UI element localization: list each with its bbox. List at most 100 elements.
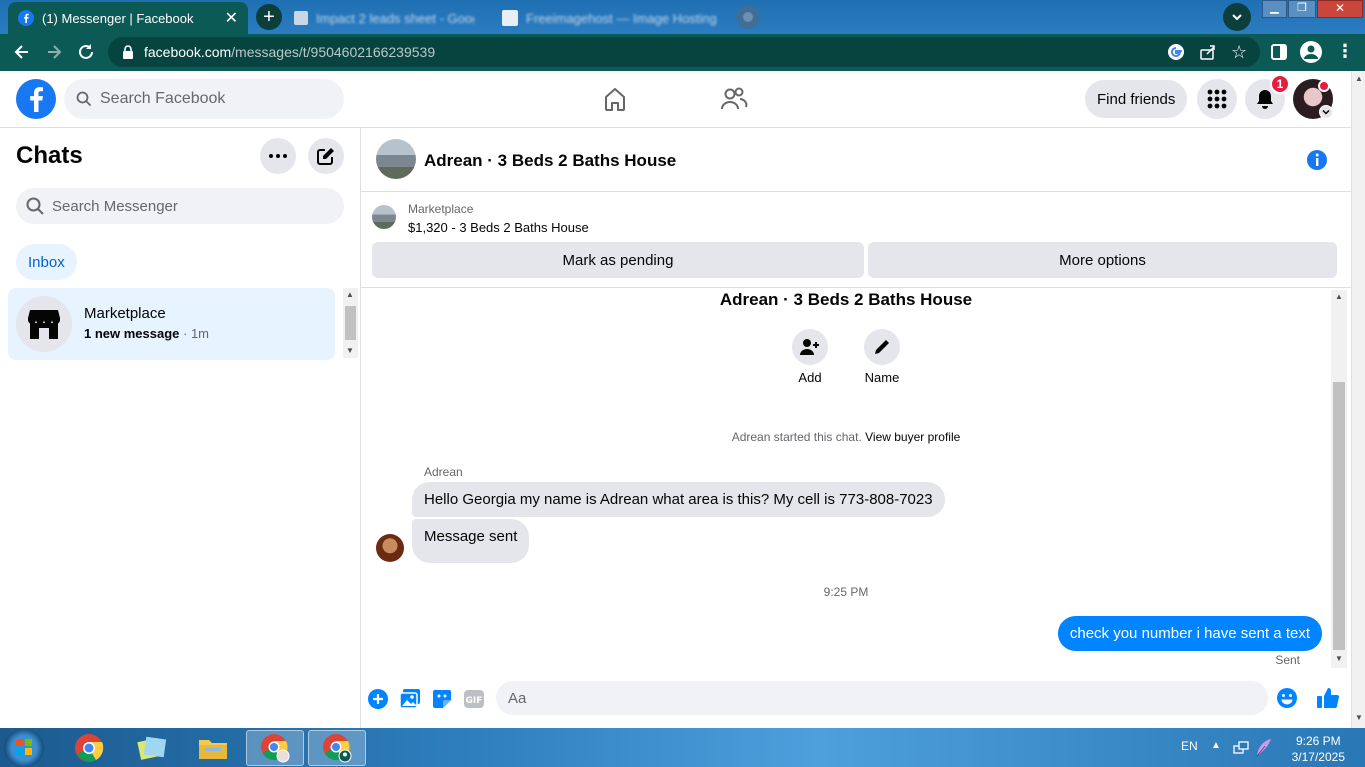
- marketplace-listing-bar: Marketplace $1,320 - 3 Beds 2 Baths Hous…: [361, 192, 1351, 288]
- close-tab-icon[interactable]: ✕: [225, 8, 238, 28]
- message-composer: GIF Aa: [361, 676, 1351, 720]
- conversation-title[interactable]: Adrean · 3 Beds 2 Baths House: [424, 151, 676, 171]
- minimize-window-button[interactable]: ▁: [1262, 0, 1287, 18]
- taskbar-chrome-profile-app-2[interactable]: [308, 730, 366, 766]
- new-message-button[interactable]: [308, 138, 344, 174]
- message-input[interactable]: Aa: [496, 681, 1268, 715]
- menu-button[interactable]: [1197, 79, 1237, 119]
- chats-title: Chats: [16, 142, 83, 169]
- messenger-search-input[interactable]: Search Messenger: [16, 188, 344, 224]
- facebook-favicon-icon: [18, 10, 34, 26]
- back-arrow-icon[interactable]: [12, 42, 32, 62]
- chat-options-button[interactable]: [260, 138, 296, 174]
- reload-icon[interactable]: [76, 42, 96, 62]
- scroll-down-arrow-icon[interactable]: ▼: [1335, 654, 1343, 663]
- taskbar-sticky-notes-app[interactable]: [122, 730, 180, 766]
- side-panel-icon[interactable]: [1271, 44, 1287, 60]
- composer-placeholder: Aa: [508, 689, 527, 707]
- more-horizontal-icon: [269, 154, 287, 158]
- more-options-button[interactable]: More options: [868, 242, 1337, 278]
- browser-menu-icon[interactable]: ⋮: [1336, 41, 1354, 62]
- listing-avatar[interactable]: [376, 139, 416, 179]
- close-window-button[interactable]: ✕: [1317, 0, 1363, 18]
- account-chevron[interactable]: [1319, 105, 1333, 119]
- sticker-icon[interactable]: [431, 688, 453, 710]
- listing-price-title[interactable]: $1,320 - 3 Beds 2 Baths House: [408, 220, 589, 235]
- started-text: Adrean started this chat.: [731, 430, 862, 444]
- message-status: Sent: [1275, 653, 1300, 667]
- tab-title: Impact 2 leads sheet - Google Sheets: [316, 10, 474, 26]
- outgoing-message-bubble[interactable]: check you number i have sent a text: [1057, 616, 1322, 651]
- search-icon: [26, 197, 44, 215]
- thumbs-up-icon[interactable]: [1316, 686, 1340, 710]
- taskbar-chrome-profile-app[interactable]: [246, 730, 304, 766]
- language-indicator[interactable]: EN: [1181, 739, 1198, 753]
- incoming-message-bubble[interactable]: Message sent: [412, 519, 530, 563]
- pencil-icon: [875, 340, 889, 354]
- image-host-favicon-icon: [502, 10, 518, 26]
- inbox-filter-button[interactable]: Inbox: [16, 244, 77, 280]
- photo-icon[interactable]: [399, 688, 421, 710]
- scroll-down-arrow-icon[interactable]: ▼: [1355, 713, 1363, 722]
- add-person-button[interactable]: [792, 329, 828, 365]
- search-placeholder: Search Messenger: [52, 197, 178, 215]
- network-icon[interactable]: [1233, 740, 1249, 756]
- add-label: Add: [798, 370, 822, 385]
- find-friends-button[interactable]: Find friends: [1085, 80, 1188, 118]
- search-icon: [76, 91, 92, 107]
- chat-list-item[interactable]: Marketplace 1 new message · 1m: [8, 288, 335, 360]
- friends-icon[interactable]: [720, 86, 748, 112]
- tab-sheets[interactable]: Impact 2 leads sheet - Google Sheets: [284, 2, 484, 34]
- tab-messenger[interactable]: (1) Messenger | Facebook ✕: [8, 2, 248, 34]
- system-clock[interactable]: 9:26 PM 3/17/2025: [1292, 733, 1345, 765]
- facebook-search-input[interactable]: Search Facebook: [64, 79, 344, 119]
- windows-taskbar: EN ▲ 9:26 PM 3/17/2025: [0, 728, 1365, 767]
- marketplace-label: Marketplace: [408, 202, 474, 216]
- add-person-icon: [800, 339, 819, 355]
- bookmark-star-icon[interactable]: ☆: [1231, 42, 1247, 63]
- edit-name-button[interactable]: [864, 329, 900, 365]
- tab-image-host[interactable]: Freeimagehost — Image Hosting: [492, 2, 728, 34]
- forward-arrow-icon[interactable]: [44, 42, 64, 62]
- plus-circle-icon[interactable]: [367, 688, 389, 710]
- new-tab-button[interactable]: +: [256, 4, 282, 30]
- tab-search-button[interactable]: [1223, 3, 1251, 31]
- scrollbar-thumb[interactable]: [345, 306, 356, 340]
- show-hidden-icons-icon[interactable]: ▲: [1211, 740, 1221, 751]
- scrollbar-thumb[interactable]: [1333, 382, 1345, 650]
- start-button[interactable]: [4, 729, 44, 767]
- scroll-up-arrow-icon[interactable]: ▲: [346, 290, 354, 299]
- storefront-icon: [28, 310, 60, 339]
- scroll-down-arrow-icon[interactable]: ▼: [346, 346, 354, 355]
- gif-icon[interactable]: GIF: [463, 688, 485, 710]
- lock-icon[interactable]: [122, 45, 134, 59]
- restore-window-button[interactable]: ❐: [1288, 0, 1316, 18]
- incoming-message-bubble[interactable]: Hello Georgia my name is Adrean what are…: [412, 482, 945, 517]
- taskbar-file-explorer-app[interactable]: [184, 730, 242, 766]
- sender-avatar[interactable]: [376, 534, 404, 562]
- info-icon[interactable]: [1306, 149, 1328, 171]
- google-icon[interactable]: [1167, 43, 1185, 61]
- taskbar-chrome-app[interactable]: [60, 730, 118, 766]
- facebook-logo-icon[interactable]: [16, 79, 56, 119]
- page-scrollbar[interactable]: ▲ ▼: [1351, 71, 1365, 728]
- circle-icon: [743, 12, 753, 22]
- tab-group-button[interactable]: [736, 5, 760, 29]
- message-thread-scrollbar[interactable]: ▲ ▼: [1331, 290, 1347, 668]
- home-icon[interactable]: [602, 86, 628, 112]
- chat-list-scrollbar[interactable]: ▲ ▼: [343, 288, 358, 358]
- view-buyer-profile-link[interactable]: View buyer profile: [865, 430, 960, 444]
- profile-icon[interactable]: [1300, 41, 1322, 63]
- chevron-down-icon: [1322, 109, 1330, 115]
- address-bar[interactable]: facebook.com/messages/t/9504602166239539: [108, 37, 1260, 67]
- pen-feather-icon[interactable]: [1255, 738, 1273, 758]
- scroll-up-arrow-icon[interactable]: ▲: [1335, 292, 1343, 301]
- mark-as-pending-button[interactable]: Mark as pending: [372, 242, 864, 278]
- emoji-icon[interactable]: [1276, 687, 1298, 709]
- browser-tab-bar: (1) Messenger | Facebook ✕ + Impact 2 le…: [0, 0, 1365, 34]
- tab-title: Freeimagehost — Image Hosting: [526, 10, 717, 26]
- listing-thumbnail[interactable]: [372, 205, 396, 229]
- scroll-up-arrow-icon[interactable]: ▲: [1355, 74, 1363, 83]
- share-icon[interactable]: [1199, 43, 1217, 61]
- grid-menu-icon: [1207, 89, 1227, 109]
